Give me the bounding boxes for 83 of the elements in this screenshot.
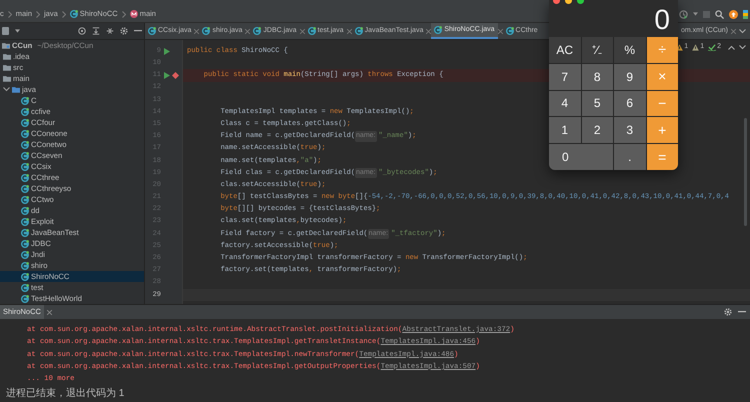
close-icon[interactable] <box>300 28 304 34</box>
class-icon <box>21 152 29 160</box>
class-icon <box>21 240 29 248</box>
chevron-icon <box>122 10 126 18</box>
calculator-key[interactable]: 6 <box>614 90 646 116</box>
class-icon <box>21 118 29 126</box>
run-icon[interactable] <box>164 48 170 55</box>
close-icon[interactable] <box>426 28 432 34</box>
calculator-key[interactable]: 3 <box>614 117 646 144</box>
close-icon[interactable] <box>46 310 52 314</box>
method-icon <box>130 10 138 18</box>
class-icon <box>308 27 316 35</box>
close-icon[interactable] <box>346 28 352 34</box>
target-icon[interactable] <box>78 27 86 35</box>
expand-all-icon[interactable] <box>92 27 100 35</box>
collapse-all-icon[interactable] <box>106 27 114 35</box>
class-icon <box>21 108 29 116</box>
class-icon <box>253 27 262 35</box>
calculator-key[interactable]: AC <box>549 37 580 63</box>
class-icon <box>21 96 29 104</box>
class-icon <box>506 27 514 35</box>
zoom-button[interactable] <box>577 0 584 4</box>
class-icon <box>21 162 29 170</box>
chevron-icon <box>62 10 66 18</box>
run-config-icon[interactable] <box>679 10 688 18</box>
calculator-key[interactable]: ⁺∕₋ <box>582 37 613 63</box>
calculator-key[interactable]: 5 <box>582 90 613 116</box>
close-icon[interactable] <box>731 28 736 34</box>
minimize-icon[interactable] <box>134 30 142 32</box>
chevron-icon <box>36 10 40 18</box>
folder-icon <box>2 42 10 49</box>
up-icon[interactable] <box>728 44 735 50</box>
calculator-key[interactable]: 4 <box>549 90 580 116</box>
minimize-button[interactable] <box>565 0 572 4</box>
class-icon <box>21 228 29 236</box>
class-icon <box>21 130 29 138</box>
class-icon <box>21 140 29 148</box>
class-icon <box>434 26 442 34</box>
close-icon[interactable] <box>245 28 250 34</box>
class-icon <box>21 272 29 280</box>
class-icon <box>21 294 29 302</box>
breakpoint-icon[interactable] <box>172 72 179 79</box>
class-icon <box>21 174 29 182</box>
class-icon <box>21 284 29 292</box>
calculator-key[interactable]: 0 <box>549 144 613 170</box>
class-icon <box>21 206 29 214</box>
chevron-icon <box>8 10 12 18</box>
class-icon <box>70 10 78 18</box>
caret-icon[interactable] <box>693 12 698 16</box>
calculator-key[interactable]: 8 <box>582 64 613 90</box>
calculator-key[interactable]: 7 <box>549 64 580 90</box>
plugin-icon[interactable] <box>743 10 748 18</box>
scrollbar[interactable] <box>744 118 747 226</box>
class-icon <box>21 262 29 270</box>
settings-icon[interactable] <box>724 308 732 316</box>
calculator-display: 0 <box>654 3 670 37</box>
calculator-key[interactable]: 2 <box>582 117 613 144</box>
calculator-key[interactable]: 9 <box>614 64 646 90</box>
close-icon[interactable] <box>194 28 200 34</box>
exit-message: 进程已结束，退出代码为 1 <box>5 386 126 401</box>
warning-icon <box>692 44 700 51</box>
close-button[interactable] <box>553 0 560 4</box>
class-icon <box>21 218 29 226</box>
minimize-icon[interactable] <box>738 311 746 313</box>
search-icon[interactable] <box>715 10 724 18</box>
tab-list-icon[interactable] <box>739 28 746 34</box>
class-icon <box>21 250 29 258</box>
class-icon <box>21 196 29 204</box>
class-icon <box>202 27 210 35</box>
class-icon <box>148 27 156 35</box>
close-icon[interactable] <box>498 28 503 34</box>
update-icon[interactable] <box>729 10 738 18</box>
check-icon <box>708 44 716 51</box>
caret-icon[interactable] <box>15 29 20 33</box>
calculator-key[interactable]: % <box>614 37 646 63</box>
class-icon <box>354 27 363 35</box>
chevron-icon[interactable] <box>3 87 10 92</box>
run-icon[interactable] <box>164 72 170 79</box>
calculator-key[interactable]: 1 <box>549 117 580 144</box>
settings-icon[interactable] <box>120 27 128 35</box>
down-icon[interactable] <box>739 44 746 50</box>
calculator-key[interactable]: . <box>614 144 646 170</box>
class-icon <box>21 184 29 192</box>
